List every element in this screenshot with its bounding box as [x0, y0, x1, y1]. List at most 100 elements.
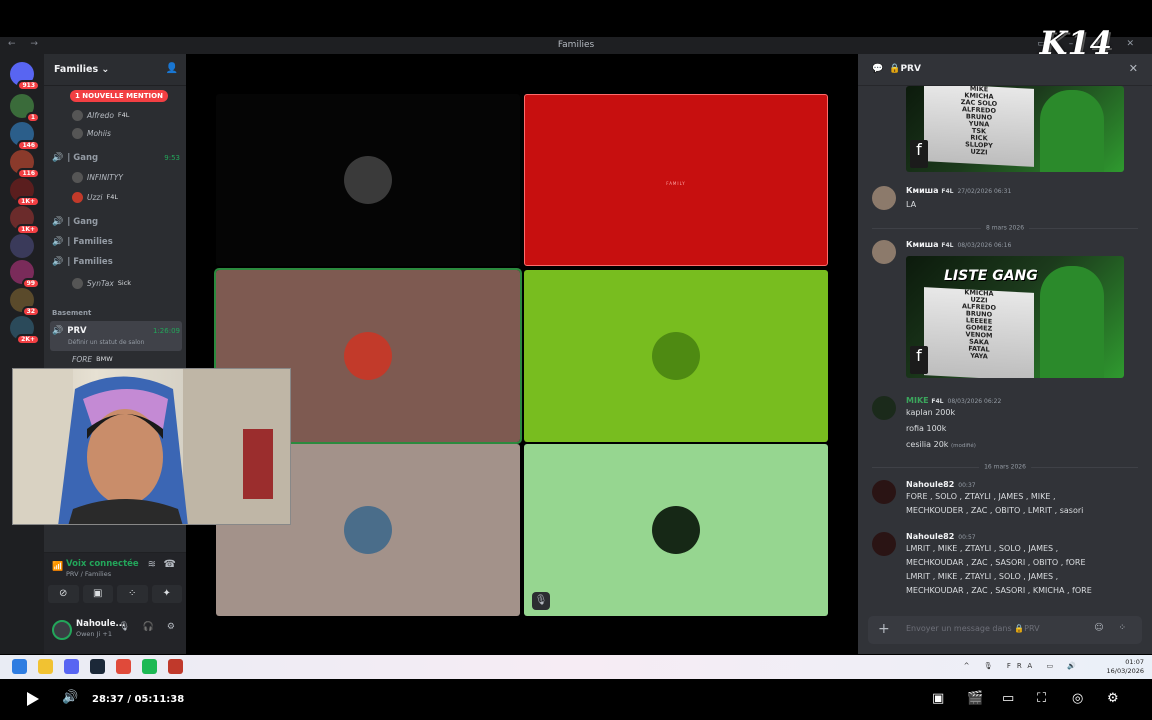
soundboard-button[interactable]: ✦: [151, 585, 182, 603]
server-icon[interactable]: [10, 234, 34, 258]
system-clock[interactable]: 01:07 16/03/2026: [1107, 658, 1144, 676]
member-name: INFINITYY: [87, 172, 123, 182]
image-embed[interactable]: LISTE GANG KMICHA UZZI ALFREDO BRUNO LEEEEE G…: [906, 256, 1124, 378]
clock-time: 01:07: [1125, 658, 1144, 666]
message-time: 08/03/2026 06:16: [957, 242, 1012, 249]
message-text: cesilia 20k (modifié): [906, 440, 976, 449]
fullscreen-icon[interactable]: ⛶: [1037, 691, 1046, 706]
message-text: LMRIT , MIKE , ZTAYLI , SOLO , JAMES ,: [906, 572, 1059, 581]
message-text: LA: [906, 200, 917, 209]
activities-button[interactable]: ⁘: [117, 585, 148, 603]
server-badge: 1: [25, 112, 40, 123]
voice-member[interactable]: SynTax Sick: [72, 276, 180, 290]
category-basement[interactable]: Basement: [52, 309, 91, 317]
embed-title: LISTE GANG: [944, 268, 1038, 284]
speaker-icon: 🔊: [52, 326, 64, 336]
voice-member[interactable]: Uzzi F4L: [72, 190, 180, 204]
server-icon-home[interactable]: 913: [10, 62, 40, 91]
guild-name: Families: [54, 64, 99, 75]
voice-member[interactable]: Mohiis: [72, 126, 180, 140]
miniplayer-icon[interactable]: ▣: [932, 691, 944, 706]
language-indicator[interactable]: FRA: [1007, 662, 1038, 670]
noise-suppression-icon[interactable]: ≋: [148, 559, 156, 570]
avatar[interactable]: [872, 532, 896, 556]
close-icon[interactable]: ✕: [1129, 62, 1138, 75]
member-tag: F4L: [106, 193, 118, 201]
participant-avatar: [344, 506, 392, 554]
avatar[interactable]: [872, 396, 896, 420]
system-tray[interactable]: ^ 🎙 FRA ▭ 🔊: [964, 662, 1082, 670]
new-mention-pill[interactable]: 1 NOUVELLE MENTION: [70, 90, 168, 102]
composer-icons[interactable]: ☺ ⁘: [1094, 623, 1132, 633]
quality-icon[interactable]: ◎: [1072, 691, 1083, 706]
settings-icon[interactable]: ⚙: [1107, 691, 1119, 706]
voice-stage: FAMILY 🎙: [186, 54, 858, 654]
user-panel: Nahoule... Owen Ji +1 🎙 🎧 ⚙: [44, 606, 186, 654]
voice-member[interactable]: Alfredo F4L: [72, 108, 180, 122]
voice-channel-gang[interactable]: 🔊 | Gang: [52, 214, 180, 230]
server-icon[interactable]: 1K+: [10, 206, 40, 235]
user-controls[interactable]: 🎙 🎧 ⚙: [119, 622, 180, 632]
add-member-icon[interactable]: 👤: [166, 63, 178, 74]
avatar[interactable]: [872, 480, 896, 504]
server-icon[interactable]: 32: [10, 288, 40, 317]
server-icon[interactable]: 116: [10, 150, 40, 179]
avatar[interactable]: [872, 186, 896, 210]
message-author[interactable]: Кмиша: [906, 240, 939, 249]
voice-channel-prv[interactable]: 🔊 PRV 1:26:09: [52, 323, 180, 339]
text-chat-panel: 💬 🔒PRV ✕ MIKE KMICHA ZAC SOLO ALFREDO BRUNO YU…: [858, 54, 1152, 654]
channel-status-prompt[interactable]: Définir un statut de salon: [68, 339, 144, 346]
participant-tile[interactable]: FAMILY: [524, 94, 828, 266]
participant-tile[interactable]: [524, 270, 828, 442]
message-author[interactable]: MIKE: [906, 396, 929, 405]
avatar[interactable]: [52, 620, 72, 640]
server-icon[interactable]: 99: [10, 260, 40, 289]
disconnect-icon[interactable]: ☎: [164, 559, 176, 570]
message-author[interactable]: Nahoule82: [906, 532, 954, 541]
guild-header[interactable]: Families ⌄ 👤: [44, 54, 186, 86]
play-icon[interactable]: [27, 692, 39, 706]
channel-label: | Families: [67, 257, 113, 267]
message-input[interactable]: + Envoyer un message dans 🔒PRV ☺ ⁘: [868, 616, 1142, 644]
voice-channel-path[interactable]: PRV / Families: [66, 570, 111, 578]
participant-tile[interactable]: [216, 94, 520, 266]
windows-start-icon[interactable]: [12, 659, 27, 674]
app-icon[interactable]: [168, 659, 183, 674]
server-icon[interactable]: 146: [10, 122, 40, 151]
speaker-icon: 🔊: [52, 257, 64, 267]
role-tag: F4L: [941, 188, 954, 195]
avatar[interactable]: [872, 240, 896, 264]
server-icon[interactable]: 1K+: [10, 178, 40, 207]
server-icon[interactable]: 2K+: [10, 316, 40, 345]
voice-channel-gang[interactable]: 🔊 | Gang 9:53: [52, 150, 180, 166]
clip-icon[interactable]: 🎬: [967, 691, 983, 706]
theater-mode-icon[interactable]: ▭: [1002, 691, 1014, 706]
volume-icon[interactable]: 🔊: [62, 690, 78, 705]
message-time: 27/02/2026 06:31: [957, 188, 1012, 195]
message-author[interactable]: Кмиша: [906, 186, 939, 195]
member-name: Mohiis: [87, 128, 111, 138]
message-time: 00:37: [958, 482, 976, 489]
member-name: Alfredo: [87, 110, 114, 120]
add-attachment-icon[interactable]: +: [878, 621, 890, 637]
voice-channel-families[interactable]: 🔊 | Families: [52, 234, 180, 250]
voice-channel-families[interactable]: 🔊 | Families: [52, 254, 180, 270]
message-author[interactable]: Nahoule82: [906, 480, 954, 489]
voice-member[interactable]: INFINITYY: [72, 170, 180, 184]
date-label: 8 mars 2026: [980, 224, 1030, 232]
file-explorer-icon[interactable]: [38, 659, 53, 674]
participant-tile[interactable]: 🎙: [524, 444, 828, 616]
spotify-icon[interactable]: [142, 659, 157, 674]
chrome-icon[interactable]: [116, 659, 131, 674]
screen-share-button[interactable]: ▣: [82, 585, 113, 603]
steam-icon[interactable]: [90, 659, 105, 674]
camera-off-button[interactable]: ⊘: [48, 585, 79, 603]
server-icon[interactable]: 1: [10, 94, 40, 123]
voice-member[interactable]: FORE BMW: [72, 352, 180, 366]
participant-avatar: [344, 156, 392, 204]
user-subtitle: Owen Ji +1: [76, 630, 112, 638]
discord-icon[interactable]: [64, 659, 79, 674]
image-embed[interactable]: MIKE KMICHA ZAC SOLO ALFREDO BRUNO YUNA TSK RIC…: [906, 86, 1124, 172]
member-name: SynTax: [87, 278, 114, 288]
member-name: Uzzi: [87, 192, 103, 202]
